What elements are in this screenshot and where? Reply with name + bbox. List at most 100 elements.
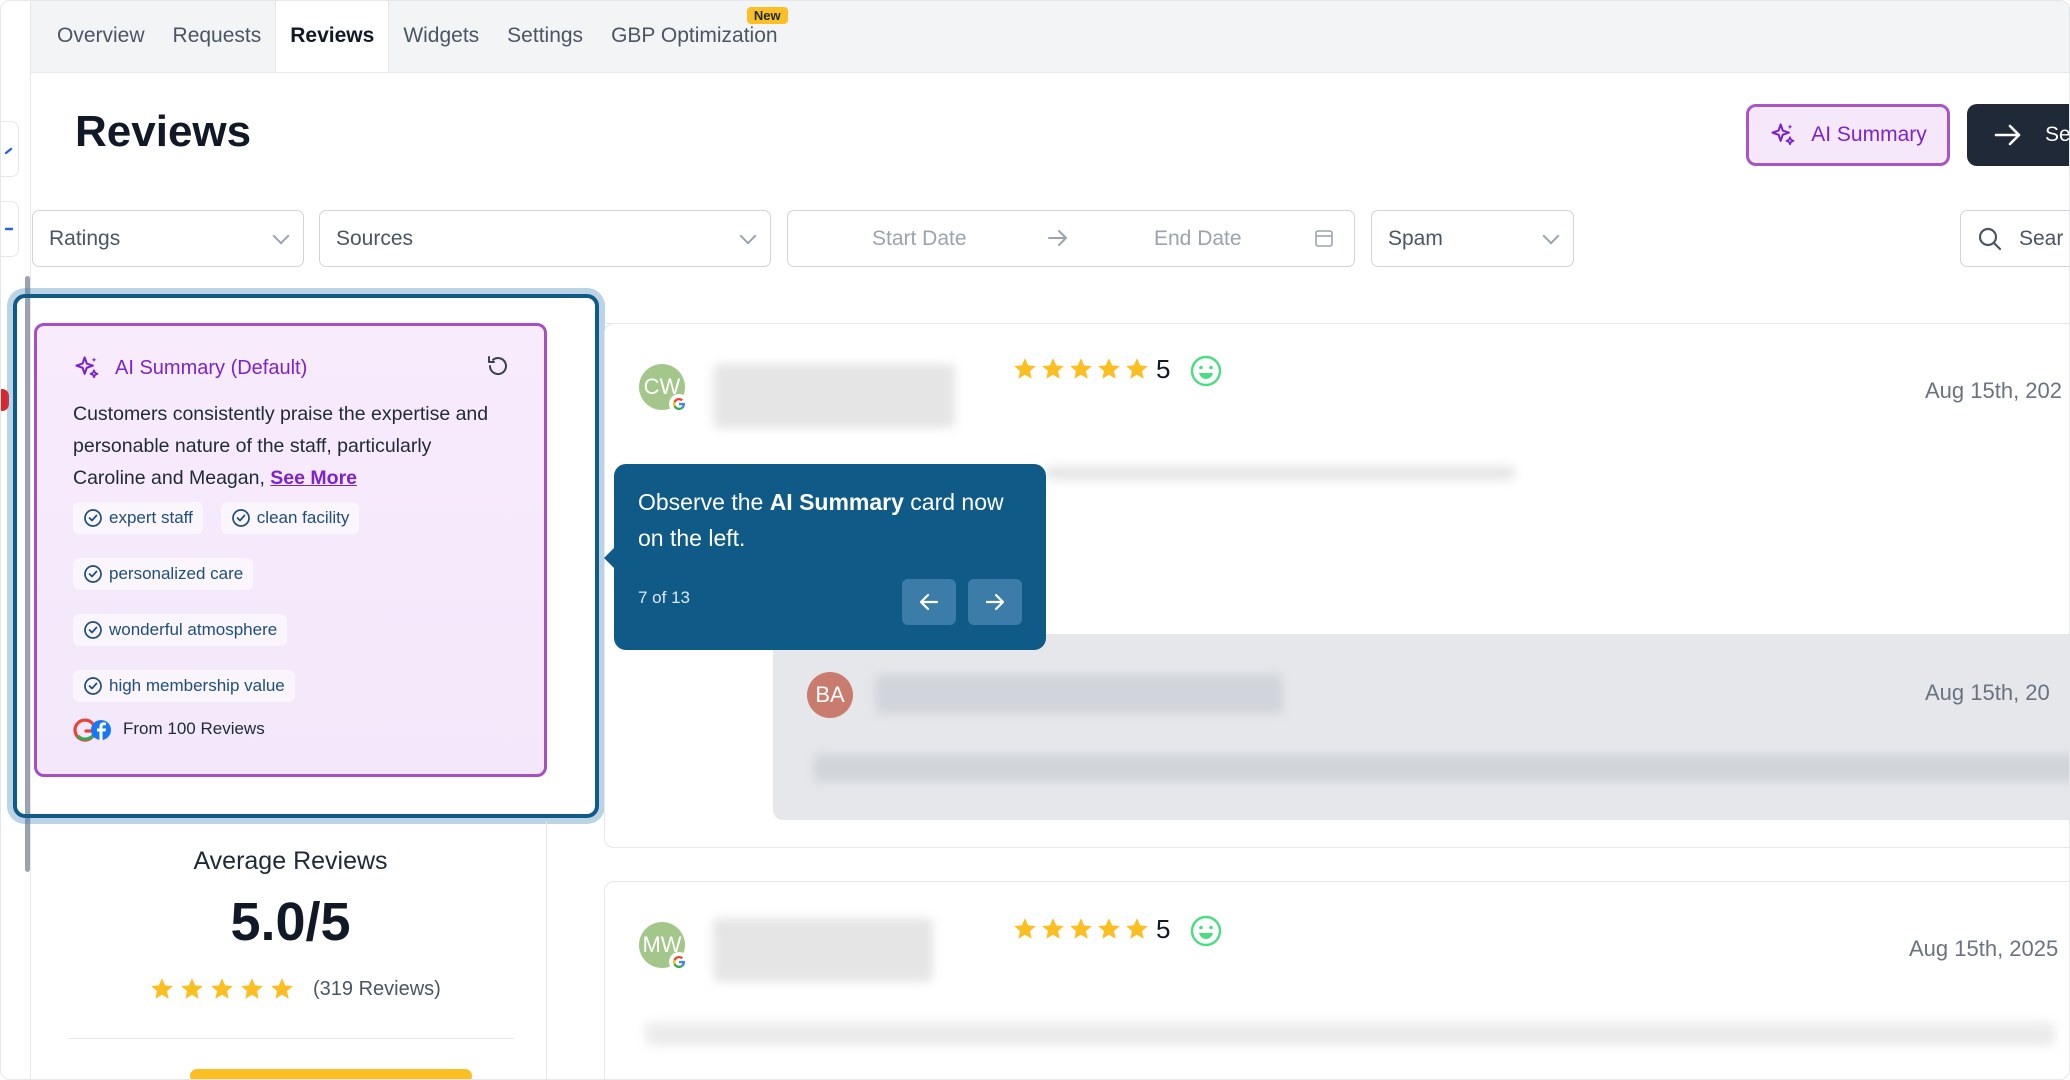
google-facebook-icon [73,718,111,742]
date-range-picker[interactable]: Start Date End Date [787,210,1355,267]
arrow-right-icon [1994,124,2021,146]
chevron-down-icon [1542,227,1560,244]
tab-reviews[interactable]: Reviews [275,1,390,72]
review-stars [1012,916,1150,942]
ai-summary-button-label: AI Summary [1811,123,1927,146]
review-date: Aug 15th, 202 [1925,378,2063,403]
ai-summary-card: AI Summary (Default) Customers consisten… [34,323,547,777]
sparkles-icon [75,356,99,379]
tag-chip: expert staff [73,502,203,534]
search-placeholder: Sear [2019,226,2064,250]
top-tabs: Overview Requests Reviews Widgets Settin… [31,1,2069,73]
end-date-input[interactable]: End Date [1154,227,1242,251]
send-request-button[interactable]: Se [1967,104,2070,166]
star-icon [241,978,263,999]
refresh-icon[interactable] [486,354,510,378]
tag-chip: high membership value [73,670,295,702]
star-icon [1098,918,1120,939]
tab-requests[interactable]: Requests [159,1,276,72]
tab-overview[interactable]: Overview [43,1,159,72]
star-icon [151,978,173,999]
smile-icon [1190,355,1222,387]
ai-summary-text: Customers consistently praise the expert… [73,398,508,494]
average-reviews-title: Average Reviews [193,847,388,875]
chevron-down-icon [739,227,757,244]
spam-filter[interactable]: Spam [1371,210,1574,267]
tab-label: Overview [57,24,145,47]
review-stars [1012,356,1150,382]
app-frame: Overview Requests Reviews Widgets Settin… [0,0,2070,1080]
arrow-left-icon [919,593,939,611]
redacted-reviewer-name [713,918,933,982]
arrow-icon [4,227,14,231]
rating-distribution-row [68,1061,514,1079]
tab-gbp-optimization[interactable]: GBP Optimization New [597,1,792,72]
tooltip-text-bold: AI Summary [769,489,904,515]
star-icon [1014,358,1036,379]
tab-settings[interactable]: Settings [493,1,597,72]
search-input[interactable]: Sear [1960,210,2069,267]
chevron-icon [4,147,13,155]
tag-label: personalized care [109,564,244,583]
star-icon [211,978,233,999]
average-reviews-panel: Average Reviews 5.0/5 (319 Reviews) [34,821,547,1079]
review-count: (319 Reviews) [313,977,441,1000]
tour-prev-button[interactable] [902,579,956,625]
sparkles-icon [1771,123,1795,146]
ai-summary-tags: expert staff clean facility personalized… [73,502,513,702]
arrow-right-icon [985,593,1005,611]
review-card: MW 5 Aug 15th, 2025 [604,881,2069,1079]
start-date-input[interactable]: Start Date [872,227,967,251]
rail-expand-button[interactable] [1,201,19,257]
check-circle-icon [84,509,102,527]
tag-label: expert staff [109,508,193,527]
ai-summary-card-title: AI Summary (Default) [115,356,308,379]
tag-label: wonderful atmosphere [109,620,278,639]
average-score: 5.0/5 [230,892,351,952]
tab-label: GBP Optimization [611,24,778,47]
star-icon [1042,918,1064,939]
star-icon [271,978,293,999]
tooltip-text-pre: Observe the [638,489,770,515]
smile-icon [1190,915,1222,947]
rail-collapse-button[interactable] [1,121,19,177]
see-more-link[interactable]: See More [270,467,357,489]
ratings-filter[interactable]: Ratings [32,210,304,267]
check-circle-icon [84,677,102,695]
google-icon [669,394,689,414]
ai-summary-source: From 100 Reviews [73,716,265,742]
tag-label: clean facility [256,508,350,527]
tour-next-button[interactable] [968,579,1022,625]
chevron-down-icon [272,227,290,244]
ai-summary-card-header: AI Summary (Default) [73,354,508,382]
tab-label: Requests [172,24,262,47]
star-icon [1042,358,1064,379]
redacted-reply-text [813,754,2069,782]
ai-summary-button[interactable]: AI Summary [1746,104,1950,166]
average-stars: (319 Reviews) [149,976,441,1002]
review-date: Aug 15th, 2025 [1909,936,2059,961]
star-icon [1070,918,1092,939]
calendar-icon [1315,230,1333,247]
star-icon [1014,918,1036,939]
star-icon [1070,358,1092,379]
tab-widgets[interactable]: Widgets [389,1,493,72]
check-circle-icon [84,621,102,639]
star-icon [1126,358,1148,379]
check-circle-icon [84,565,102,583]
from-reviews-label: From 100 Reviews [123,719,265,738]
notification-dot [1,389,9,411]
send-button-label: Se [2045,123,2070,146]
tab-label: Reviews [290,23,375,47]
star-icon [1126,918,1148,939]
divider [68,1038,514,1039]
sources-filter[interactable]: Sources [319,210,771,267]
reply-date: Aug 15th, 20 [1925,680,2050,705]
rating-bar [190,1069,472,1079]
tag-label: high membership value [109,676,285,695]
tour-step-counter: 7 of 13 [638,588,690,607]
google-icon [669,952,689,972]
redacted-review-text [1045,466,1515,480]
tooltip-text: Observe the AI Summary card now on the l… [638,484,1022,556]
tour-tooltip: Observe the AI Summary card now on the l… [604,464,1046,650]
